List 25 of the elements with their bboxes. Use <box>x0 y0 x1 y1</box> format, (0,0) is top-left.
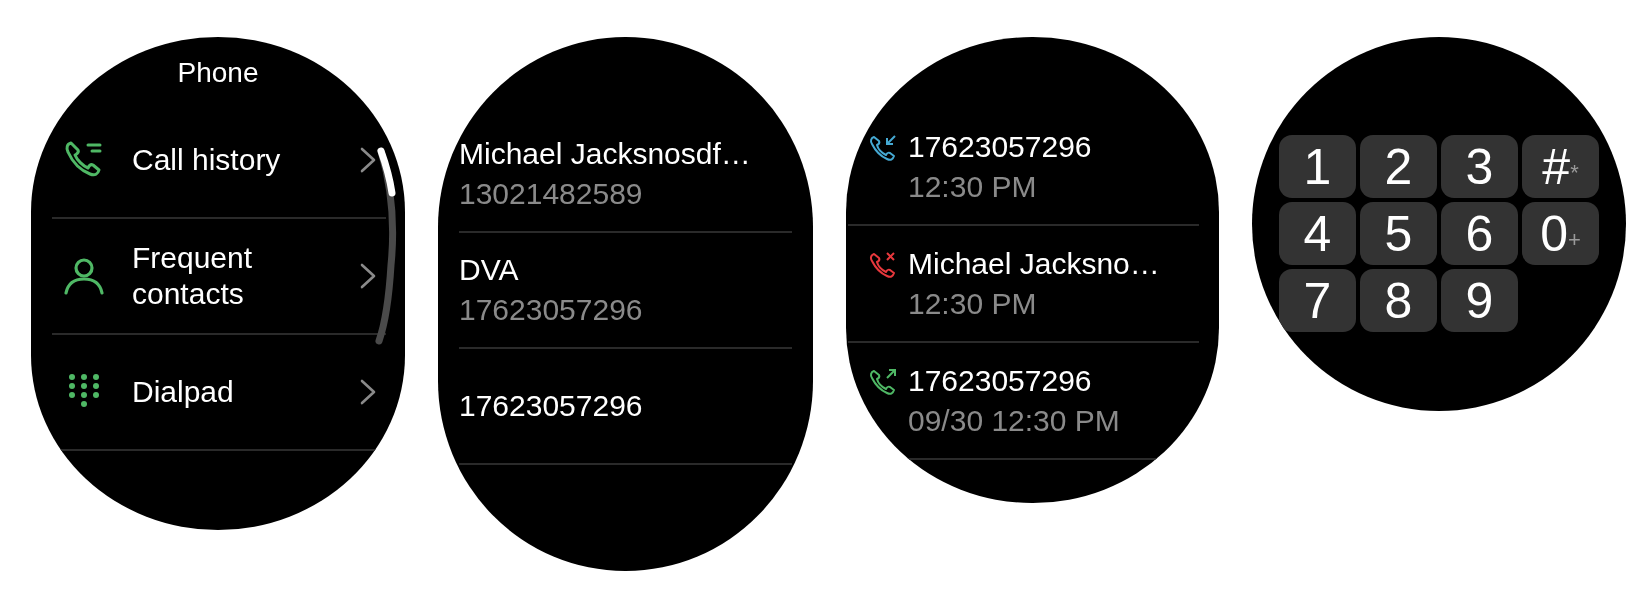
menu-item[interactable]: Dialpad <box>52 335 386 451</box>
dialpad-key[interactable]: 3 <box>1441 135 1518 198</box>
dialpad-key[interactable]: 0+ <box>1522 202 1599 265</box>
call-record[interactable]: Michael Jacksno… 12:30 PM <box>848 226 1199 343</box>
person-icon <box>63 255 105 297</box>
dialpad-key[interactable]: 9 <box>1441 269 1518 332</box>
dialpad-key[interactable]: 4 <box>1279 202 1356 265</box>
contact-item[interactable]: 17623057296 <box>459 349 792 465</box>
menu-item[interactable]: Call history <box>52 103 386 219</box>
call-record[interactable]: 17623057296 09/30 12:30 PM <box>848 343 1199 460</box>
call-record[interactable]: 17623057296 12:30 PM <box>848 109 1199 226</box>
dialpad-key[interactable]: 7 <box>1279 269 1356 332</box>
dialpad-key[interactable]: 1 <box>1279 135 1356 198</box>
chevron-right-icon <box>360 147 376 173</box>
chevron-right-icon <box>360 379 376 405</box>
contact-item[interactable]: Michael Jacksnosdf… 13021482589 <box>459 117 792 233</box>
contact-item[interactable]: DVA 17623057296 <box>459 233 792 349</box>
dialpad-key[interactable]: 8 <box>1360 269 1437 332</box>
chevron-right-icon <box>360 263 376 289</box>
screen-title: Phone <box>176 56 260 89</box>
menu-item[interactable]: Frequent contacts <box>52 219 386 335</box>
dialpad-key[interactable]: 5 <box>1360 202 1437 265</box>
dialpad-key[interactable]: 2 <box>1360 135 1437 198</box>
dialpad-key[interactable]: #* <box>1522 135 1599 198</box>
dialpad-key[interactable]: 6 <box>1441 202 1518 265</box>
